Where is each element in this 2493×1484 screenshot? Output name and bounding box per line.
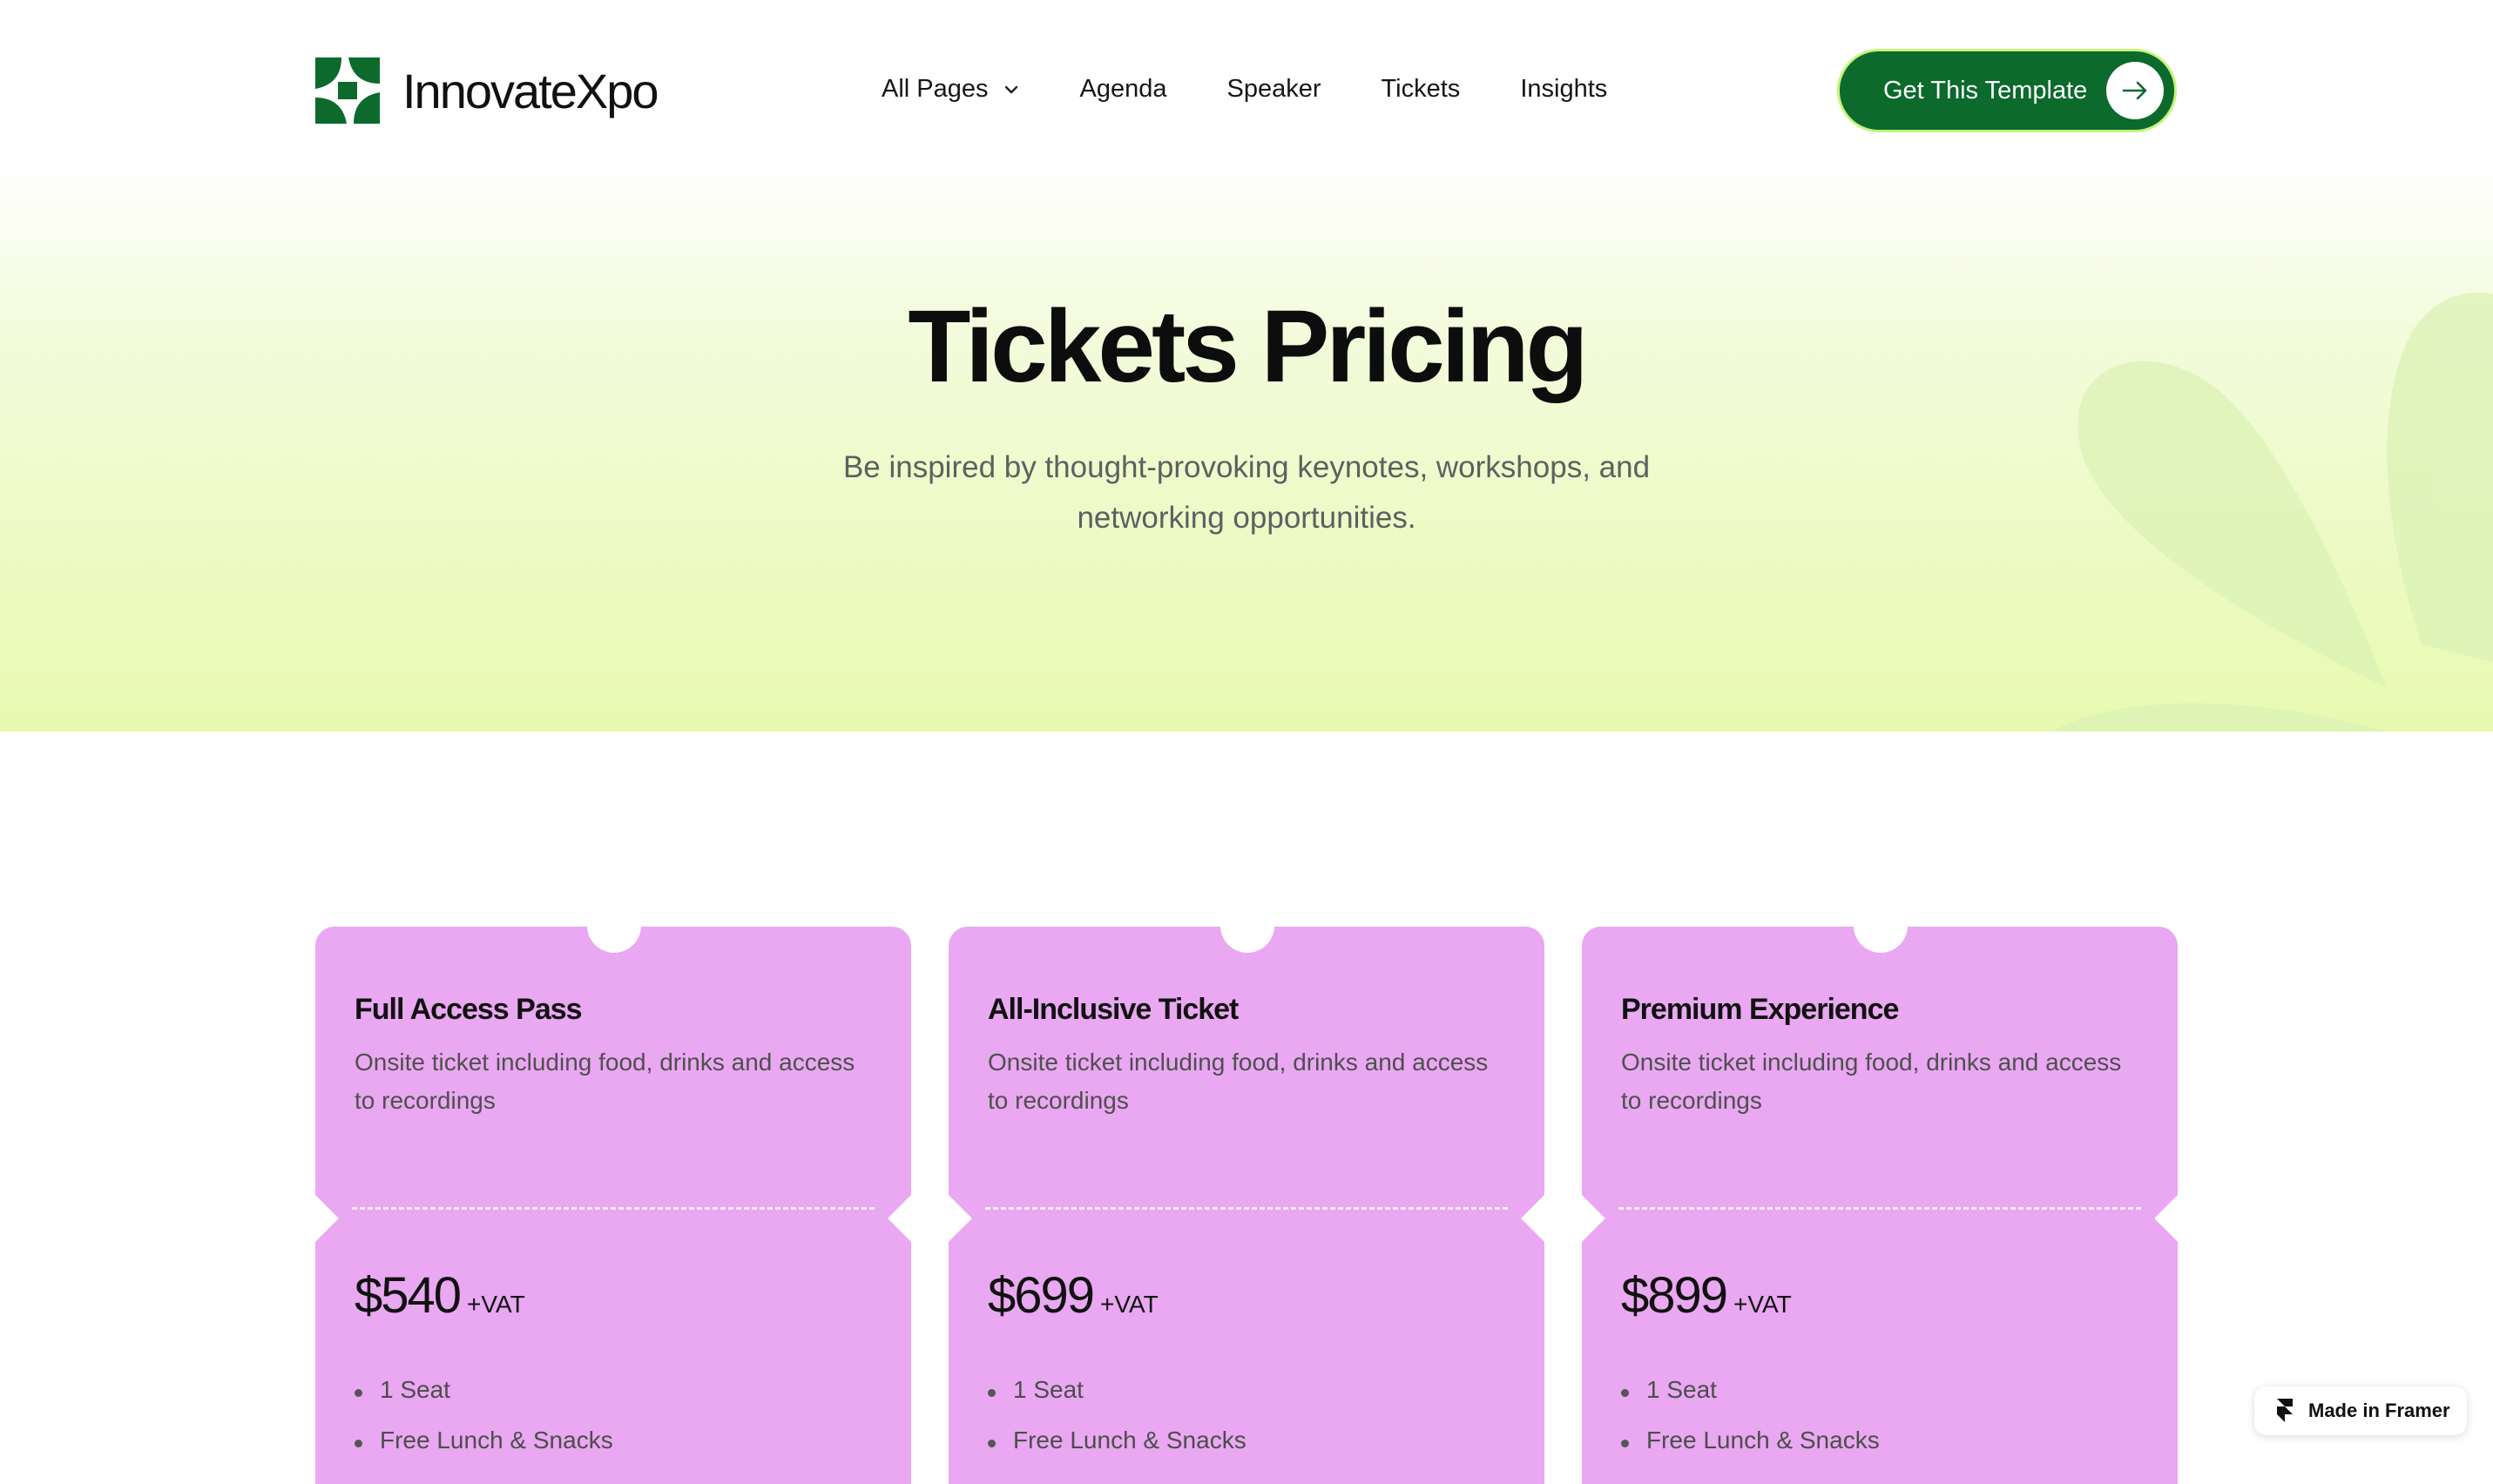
ticket-price: $899 [1621,1267,1728,1324]
ticket-features: 1 Seat Free Lunch & Snacks [1621,1376,1880,1477]
get-template-button[interactable]: Get This Template [1837,49,2177,132]
ticket-perforation [352,1207,875,1210]
pinwheel-logo-icon [315,57,380,124]
ticket-notch [292,1195,339,1242]
ticket-notch [1220,899,1274,953]
nav-item-label: Agenda [1079,75,1167,103]
brand-logo[interactable]: InnovateXpo [315,57,659,124]
bullet-icon [988,1389,996,1397]
nav-item-all-pages[interactable]: All Pages [882,75,1020,104]
ticket-features: 1 Seat Free Lunch & Snacks [988,1376,1246,1477]
nav-item-agenda[interactable]: Agenda [1080,75,1167,104]
list-item: 1 Seat [1621,1376,1880,1427]
get-template-label: Get This Template [1883,76,2088,105]
bullet-icon [355,1440,362,1447]
ticket-notch [1854,899,1908,953]
feature-label: Free Lunch & Snacks [1013,1427,1246,1454]
ticket-title: Full Access Pass [355,993,583,1026]
ticket-notch [1558,1195,1605,1242]
list-item: 1 Seat [988,1376,1246,1427]
ticket-price-row: $699 +VAT [988,1266,1159,1325]
feature-label: Free Lunch & Snacks [380,1427,613,1454]
feature-label: 1 Seat [1013,1376,1084,1403]
ticket-card-all-inclusive[interactable]: All-Inclusive Ticket Onsite ticket inclu… [925,899,1568,1484]
made-in-framer-badge[interactable]: Made in Framer [2254,1386,2467,1435]
page-subtitle: Be inspired by thought-provoking keynote… [842,450,1651,535]
feature-label: Free Lunch & Snacks [1646,1427,1880,1454]
page-title: Tickets Pricing [908,289,1588,404]
ticket-description: Onsite ticket including food, drinks and… [355,1049,855,1114]
ticket-notch [587,899,641,953]
arrow-right-icon [2122,81,2147,100]
ticket-vat: +VAT [467,1291,525,1318]
nav-item-tickets[interactable]: Tickets [1382,75,1461,104]
ticket-price-row: $899 +VAT [1621,1266,1792,1325]
nav-item-insights[interactable]: Insights [1520,75,1607,104]
nav-item-speaker[interactable]: Speaker [1227,75,1321,104]
ticket-description: Onsite ticket including food, drinks and… [988,1049,1489,1114]
bullet-icon [988,1440,996,1447]
nav-item-label: Insights [1520,75,1608,103]
ticket-vat: +VAT [1733,1291,1792,1318]
ticket-card-premium[interactable]: Premium Experience Onsite ticket includi… [1558,899,2201,1484]
ticket-features: 1 Seat Free Lunch & Snacks [355,1376,613,1477]
ticket-price-row: $540 +VAT [355,1266,525,1325]
list-item: 1 Seat [355,1376,613,1427]
ticket-card-full-access[interactable]: Full Access Pass Onsite ticket including… [292,899,935,1484]
ticket-title: Premium Experience [1621,993,1899,1026]
ticket-description: Onsite ticket including food, drinks and… [1621,1049,2122,1114]
list-item: Free Lunch & Snacks [1621,1427,1880,1477]
ticket-price: $540 [355,1267,462,1324]
nav-item-label: Tickets [1381,75,1461,103]
brand-name: InnovateXpo [402,63,659,118]
feature-label: 1 Seat [1646,1376,1717,1403]
nav-item-label: All Pages [882,75,989,103]
ticket-title: All-Inclusive Ticket [988,993,1239,1026]
bullet-icon [1621,1389,1629,1397]
ticket-vat: +VAT [1100,1291,1159,1318]
feature-label: 1 Seat [380,1376,450,1403]
chevron-down-icon [1004,85,1017,93]
bullet-icon [355,1389,362,1397]
cta-arrow-circle [2106,62,2164,119]
ticket-perforation [1618,1207,2141,1210]
framer-badge-label: Made in Framer [2308,1400,2450,1421]
list-item: Free Lunch & Snacks [355,1427,613,1477]
bullet-icon [1621,1440,1629,1447]
list-item: Free Lunch & Snacks [988,1427,1246,1477]
ticket-perforation [985,1207,1508,1210]
ticket-price: $699 [988,1267,1095,1324]
ticket-notch [2154,1195,2201,1242]
main-nav: All Pages Agenda Speaker Tickets Insight… [882,75,1607,104]
ticket-notch [925,1195,972,1242]
framer-icon [2277,1399,2293,1422]
nav-item-label: Speaker [1226,75,1321,103]
